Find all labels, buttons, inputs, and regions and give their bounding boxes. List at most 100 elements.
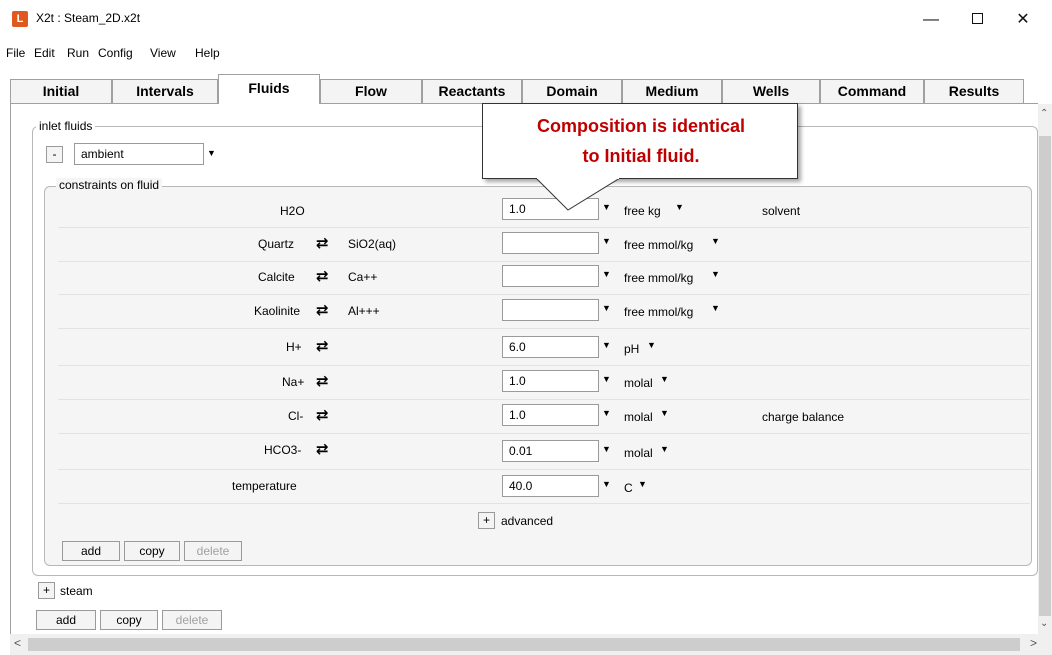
value-input[interactable]: 1.0 [502,370,599,392]
unit-label[interactable]: molal [624,410,653,424]
tab-flow[interactable]: Flow [320,79,422,103]
value-input[interactable]: 40.0 [502,475,599,497]
row-divider [58,469,1030,470]
row-divider [58,365,1030,366]
tab-reactants[interactable]: Reactants [422,79,522,103]
species-label[interactable]: Cl- [288,409,303,423]
unit-dropdown-icon[interactable]: ▼ [638,479,647,489]
value-input[interactable] [502,232,599,254]
value-dropdown-icon[interactable]: ▼ [602,269,611,279]
advanced-label[interactable]: advanced [501,514,553,528]
row-divider [58,433,1030,434]
unit-dropdown-icon[interactable]: ▼ [675,202,684,212]
swap-icon[interactable]: ⇄ [316,303,329,318]
scroll-down-icon[interactable]: ⌄ [1040,618,1048,629]
fluid-dropdown-icon[interactable]: ▼ [207,148,216,158]
species-label[interactable]: HCO3- [264,443,301,457]
species-label[interactable]: Calcite [258,270,295,284]
tab-initial[interactable]: Initial [10,79,112,103]
value-dropdown-icon[interactable]: ▼ [602,236,611,246]
scroll-left-icon[interactable]: < [14,636,21,650]
menu-help[interactable]: Help [195,46,220,60]
swap-species-label[interactable]: Al+++ [348,304,380,318]
app-icon: L [12,11,28,27]
menu-run[interactable]: Run [67,46,89,60]
value-input[interactable]: 1.0 [502,404,599,426]
value-dropdown-icon[interactable]: ▼ [602,444,611,454]
value-dropdown-icon[interactable]: ▼ [602,374,611,384]
scroll-right-icon[interactable]: > [1030,636,1037,650]
scroll-up-icon[interactable]: ⌃ [1040,108,1048,119]
menu-bar: File Edit Run Config View Help [0,40,1052,64]
swap-icon[interactable]: ⇄ [316,408,329,423]
swap-species-label[interactable]: SiO2(aq) [348,237,396,251]
swap-icon[interactable]: ⇄ [316,339,329,354]
species-label[interactable]: H2O [280,204,305,218]
species-label[interactable]: H+ [286,340,302,354]
menu-file[interactable]: File [6,46,25,60]
unit-label[interactable]: molal [624,376,653,390]
value-input[interactable] [502,299,599,321]
tab-command[interactable]: Command [820,79,924,103]
minimize-button[interactable]: — [908,6,954,34]
swap-species-label[interactable]: Ca++ [348,270,377,284]
steam-expand-button[interactable]: + [38,582,55,599]
unit-label[interactable]: C [624,481,633,495]
unit-dropdown-icon[interactable]: ▼ [660,374,669,384]
menu-view[interactable]: View [150,46,176,60]
menu-edit[interactable]: Edit [34,46,55,60]
tab-wells[interactable]: Wells [722,79,820,103]
value-dropdown-icon[interactable]: ▼ [602,479,611,489]
swap-icon[interactable]: ⇄ [316,442,329,457]
swap-icon[interactable]: ⇄ [316,374,329,389]
add-fluid-button[interactable]: add [36,610,96,630]
tab-intervals[interactable]: Intervals [112,79,218,103]
maximize-button[interactable] [954,6,1000,34]
tab-medium[interactable]: Medium [622,79,722,103]
steam-label[interactable]: steam [60,584,93,598]
species-label[interactable]: temperature [232,479,297,493]
value-dropdown-icon[interactable]: ▼ [602,340,611,350]
value-input[interactable]: 6.0 [502,336,599,358]
tab-strip: Initial Intervals Fluids Flow Reactants … [10,74,1042,104]
annotation-callout: Composition is identical to Initial flui… [482,103,798,179]
value-input[interactable] [502,265,599,287]
fluid-name-field[interactable]: ambient [74,143,204,165]
species-label[interactable]: Quartz [258,237,294,251]
species-label[interactable]: Na+ [282,375,304,389]
species-label[interactable]: Kaolinite [254,304,300,318]
unit-label[interactable]: pH [624,342,639,356]
unit-dropdown-icon[interactable]: ▼ [647,340,656,350]
unit-label[interactable]: molal [624,446,653,460]
tab-fluids[interactable]: Fluids [218,74,320,104]
advanced-expand-button[interactable]: + [478,512,495,529]
unit-dropdown-icon[interactable]: ▼ [711,303,720,313]
unit-label[interactable]: free mmol/kg [624,271,693,285]
close-button[interactable]: ✕ [1000,6,1046,34]
unit-dropdown-icon[interactable]: ▼ [660,444,669,454]
add-constraint-button[interactable]: add [62,541,120,561]
unit-label[interactable]: free mmol/kg [624,305,693,319]
delete-constraint-button[interactable]: delete [184,541,242,561]
unit-label[interactable]: free mmol/kg [624,238,693,252]
menu-config[interactable]: Config [98,46,133,60]
swap-icon[interactable]: ⇄ [316,269,329,284]
delete-fluid-button[interactable]: delete [162,610,222,630]
unit-label[interactable]: free kg [624,204,661,218]
unit-dropdown-icon[interactable]: ▼ [711,269,720,279]
value-dropdown-icon[interactable]: ▼ [602,408,611,418]
swap-icon[interactable]: ⇄ [316,236,329,251]
tab-domain[interactable]: Domain [522,79,622,103]
collapse-fluid-button[interactable]: - [46,146,63,163]
value-dropdown-icon[interactable]: ▼ [602,303,611,313]
unit-dropdown-icon[interactable]: ▼ [660,408,669,418]
callout-line-1: Composition is identical [536,116,746,136]
copy-fluid-button[interactable]: copy [100,610,158,630]
window-title: X2t : Steam_2D.x2t [36,11,141,25]
horizontal-scroll-thumb[interactable] [28,638,1020,651]
value-input[interactable]: 0.01 [502,440,599,462]
copy-constraint-button[interactable]: copy [124,541,180,561]
tab-results[interactable]: Results [924,79,1024,103]
unit-dropdown-icon[interactable]: ▼ [711,236,720,246]
vertical-scroll-thumb[interactable] [1039,136,1051,616]
